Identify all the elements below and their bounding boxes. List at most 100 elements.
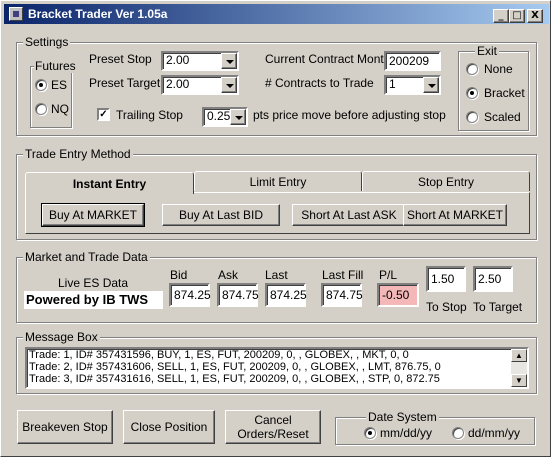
exit-none-radio[interactable]: [466, 63, 478, 75]
preset-target-select[interactable]: 2.00: [161, 75, 239, 95]
bid-value: 874.25: [174, 288, 211, 302]
contract-month-input[interactable]: 200209: [384, 51, 441, 71]
to-target-label: To Target: [473, 300, 523, 314]
to-target-input[interactable]: 2.50: [473, 266, 513, 292]
tab-panel: Buy At MARKET Buy At Last BID Short At L…: [25, 192, 530, 234]
message-box-group: Message Box Trade: 1, ID# 357431596, BUY…: [16, 330, 537, 394]
date-mmddyy-radio[interactable]: [364, 427, 376, 439]
date-system-label: Date System: [366, 410, 439, 424]
chevron-down-icon[interactable]: [423, 77, 439, 93]
maximize-button[interactable]: □: [509, 9, 525, 23]
exit-group-label: Exit: [475, 44, 500, 58]
trade-entry-group-label: Trade Entry Method: [23, 147, 133, 161]
chevron-down-icon[interactable]: [221, 53, 237, 69]
last-fill-field: 874.75: [321, 283, 363, 307]
to-stop-input[interactable]: 1.50: [426, 266, 466, 292]
exit-group: Exit None Bracket Scaled: [458, 44, 529, 131]
date-ddmmyy-radio[interactable]: [452, 427, 464, 439]
preset-stop-select[interactable]: 2.00: [161, 51, 239, 71]
preset-stop-label: Preset Stop: [89, 52, 152, 66]
chevron-down-icon[interactable]: [230, 109, 246, 125]
ask-header: Ask: [218, 268, 239, 282]
preset-target-value: 2.00: [166, 77, 190, 91]
last-field: 874.25: [265, 283, 307, 307]
message-list[interactable]: Trade: 1, ID# 357431596, BUY, 1, ES, FUT…: [25, 347, 529, 389]
trail-amount-value: 0.25: [207, 109, 231, 123]
contracts-value: 1: [389, 77, 396, 91]
contracts-select[interactable]: 1: [384, 75, 441, 95]
close-button[interactable]: X: [527, 9, 543, 23]
date-ddmmyy-label: dd/mm/yy: [468, 426, 521, 440]
exit-scaled-label: Scaled: [484, 110, 521, 124]
contract-month-value: 200209: [389, 54, 430, 68]
trail-amount-select[interactable]: 0.25: [202, 107, 248, 127]
preset-target-label: Preset Target: [89, 76, 161, 90]
futures-nq-radio[interactable]: [35, 103, 47, 115]
message-box-group-label: Message Box: [23, 330, 100, 344]
window-title: Bracket Trader Ver 1.05a: [28, 7, 168, 21]
last-fill-value: 874.75: [326, 288, 363, 302]
tab-stop-entry[interactable]: Stop Entry: [362, 171, 530, 191]
minimize-button[interactable]: _: [493, 9, 509, 23]
title-bar[interactable]: Bracket Trader Ver 1.05a _ □ X: [4, 4, 549, 24]
tab-instant-entry[interactable]: Instant Entry: [25, 172, 194, 194]
to-stop-label: To Stop: [426, 300, 467, 314]
ask-value: 874.75: [222, 288, 259, 302]
powered-by-label: Powered by IB TWS: [24, 291, 163, 309]
ask-field: 874.75: [217, 283, 259, 307]
trailing-stop-label: Trailing Stop: [116, 108, 183, 122]
pl-field: -0.50: [377, 283, 419, 307]
app-window: Bracket Trader Ver 1.05a _ □ X Settings …: [0, 0, 551, 457]
exit-scaled-radio[interactable]: [466, 111, 478, 123]
tab-limit-entry[interactable]: Limit Entry: [194, 171, 362, 191]
market-data-group-label: Market and Trade Data: [23, 250, 150, 264]
bid-header: Bid: [170, 268, 188, 282]
buy-at-market-button[interactable]: Buy At MARKET: [41, 203, 145, 227]
date-mmddyy-label: mm/dd/yy: [380, 426, 433, 440]
futures-group: Futures ES NQ: [30, 59, 77, 128]
chevron-down-icon[interactable]: [221, 77, 237, 93]
bid-field: 874.25: [169, 283, 211, 307]
contract-month-label: Current Contract Month: [265, 52, 391, 66]
trail-suffix-label: pts price move before adjusting stop: [253, 108, 446, 122]
last-header: Last: [265, 268, 288, 282]
vertical-scrollbar[interactable]: ▲ ▼: [511, 349, 527, 387]
pl-header: P/L: [379, 268, 398, 282]
date-system-group: Date System mm/dd/yy dd/mm/yy: [335, 410, 535, 445]
message-line: Trade: 1, ID# 357431596, BUY, 1, ES, FUT…: [29, 349, 409, 361]
breakeven-stop-button[interactable]: Breakeven Stop: [17, 410, 113, 444]
exit-bracket-radio[interactable]: [466, 87, 478, 99]
cancel-orders-line1: Cancel: [254, 413, 292, 427]
message-lines: Trade: 1, ID# 357431596, BUY, 1, ES, FUT…: [29, 349, 511, 385]
settings-group: Settings Futures ES NQ Preset Stop 2.00 …: [16, 35, 537, 136]
message-line: Trade: 2, ID# 357431606, SELL, 1, ES, FU…: [29, 361, 441, 373]
to-stop-value: 1.50: [431, 272, 455, 286]
market-data-group: Market and Trade Data Live ES Data Power…: [16, 250, 537, 323]
last-value: 874.25: [270, 288, 307, 302]
scroll-down-icon[interactable]: ▼: [511, 374, 527, 387]
trailing-stop-checkbox[interactable]: ✓: [97, 108, 110, 121]
preset-stop-value: 2.00: [166, 53, 190, 67]
short-at-last-ask-button[interactable]: Short At Last ASK: [292, 204, 406, 226]
last-fill-header: Last Fill: [322, 268, 364, 282]
exit-bracket-label: Bracket: [484, 86, 525, 100]
trade-entry-group: Trade Entry Method Limit Entry Stop Entr…: [16, 147, 537, 240]
short-at-market-button[interactable]: Short At MARKET: [403, 204, 507, 226]
pl-value: -0.50: [382, 288, 410, 302]
live-data-label: Live ES Data: [58, 276, 129, 290]
cancel-orders-line2: Orders/Reset: [237, 427, 309, 441]
buy-at-last-bid-button[interactable]: Buy At Last BID: [162, 204, 280, 226]
message-line: Trade: 3, ID# 357431616, SELL, 1, ES, FU…: [29, 373, 440, 385]
app-icon: [9, 7, 23, 21]
futures-es-label: ES: [51, 78, 68, 92]
contracts-label: # Contracts to Trade: [265, 76, 374, 90]
settings-group-label: Settings: [23, 35, 71, 49]
futures-es-radio[interactable]: [35, 79, 47, 91]
close-position-button[interactable]: Close Position: [123, 410, 215, 444]
exit-none-label: None: [484, 62, 513, 76]
futures-group-label: Futures: [34, 59, 77, 73]
cancel-orders-button[interactable]: Cancel Orders/Reset: [225, 410, 321, 444]
futures-nq-label: NQ: [51, 102, 69, 116]
scroll-up-icon[interactable]: ▲: [511, 349, 527, 362]
to-target-value: 2.50: [478, 272, 502, 286]
